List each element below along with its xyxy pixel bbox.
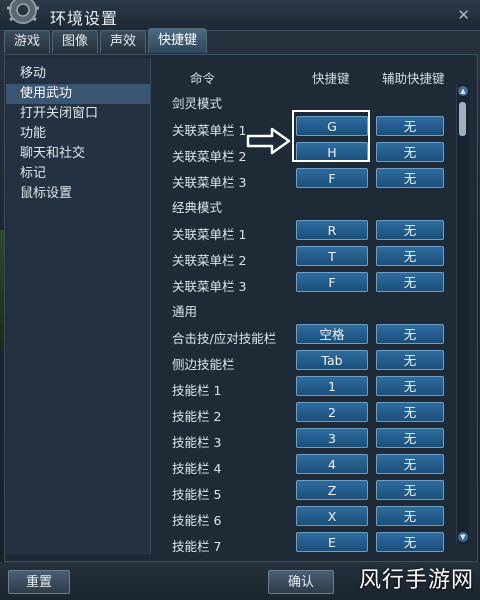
aux-shortcut-button[interactable]: 无 bbox=[376, 454, 444, 474]
sidebar-item-move[interactable]: 移动 bbox=[6, 64, 150, 84]
confirm-button[interactable]: 确认 bbox=[268, 570, 334, 594]
row-label: 关联菜单栏 1 bbox=[172, 227, 247, 242]
section-label: 经典模式 bbox=[172, 200, 223, 215]
tab-sound[interactable]: 声效 bbox=[100, 30, 147, 53]
shortcut-key-button[interactable]: 2 bbox=[296, 402, 368, 422]
shortcut-key-button[interactable]: 3 bbox=[296, 428, 368, 448]
tab-graphics[interactable]: 图像 bbox=[52, 30, 99, 53]
row-label: 技能栏 4 bbox=[172, 461, 222, 476]
aux-shortcut-button[interactable]: 无 bbox=[376, 246, 444, 266]
shortcut-key-button[interactable]: E bbox=[296, 532, 368, 552]
tab-shortcuts[interactable]: 快捷键 bbox=[148, 28, 208, 53]
title-bar: 环境设置 ✕ bbox=[0, 0, 480, 31]
section-label: 剑灵模式 bbox=[172, 96, 223, 111]
row-label: 关联菜单栏 2 bbox=[172, 253, 247, 268]
scroll-up-icon[interactable]: ▲ bbox=[458, 86, 468, 96]
sidebar-item-markers[interactable]: 标记 bbox=[6, 164, 150, 184]
aux-shortcut-button[interactable]: 无 bbox=[376, 220, 444, 240]
window-title: 环境设置 bbox=[50, 9, 119, 28]
scrollbar-thumb[interactable] bbox=[459, 102, 466, 136]
shortcut-key-button[interactable]: 空格 bbox=[296, 324, 368, 344]
shortcut-key-button[interactable]: Tab bbox=[296, 350, 368, 370]
shortcut-key-button[interactable]: F bbox=[296, 272, 368, 292]
row-label: 侧边技能栏 bbox=[172, 357, 235, 372]
shortcut-key-button[interactable]: Z bbox=[296, 480, 368, 500]
aux-shortcut-button[interactable]: 无 bbox=[376, 402, 444, 422]
aux-shortcut-button[interactable]: 无 bbox=[376, 428, 444, 448]
row-label: 技能栏 5 bbox=[172, 487, 222, 502]
row-label: 技能栏 2 bbox=[172, 409, 222, 424]
row-label: 技能栏 1 bbox=[172, 383, 222, 398]
section-label: 通用 bbox=[172, 304, 198, 319]
shortcut-key-button[interactable]: 1 bbox=[296, 376, 368, 396]
row-label: 技能栏 6 bbox=[172, 513, 222, 528]
header-shortcut: 快捷键 bbox=[312, 71, 350, 86]
aux-shortcut-button[interactable]: 无 bbox=[376, 168, 444, 188]
watermark: 风行手游网 bbox=[358, 568, 474, 593]
shortcut-key-button[interactable]: F bbox=[296, 168, 368, 188]
scrollbar[interactable]: ▲ ▼ bbox=[456, 84, 469, 544]
tab-game[interactable]: 游戏 bbox=[4, 30, 51, 53]
sidebar-item-use-skills[interactable]: 使用武功 bbox=[6, 84, 150, 104]
reset-button[interactable]: 重置 bbox=[8, 570, 70, 594]
aux-shortcut-button[interactable]: 无 bbox=[376, 480, 444, 500]
row-label: 关联菜单栏 3 bbox=[172, 279, 247, 294]
header-command: 命令 bbox=[190, 71, 216, 86]
row-label: 技能栏 7 bbox=[172, 539, 222, 554]
close-icon[interactable]: ✕ bbox=[457, 6, 470, 24]
sidebar-item-functions[interactable]: 功能 bbox=[6, 124, 150, 144]
row-label: 技能栏 3 bbox=[172, 435, 222, 450]
row-label: 关联菜单栏 1 bbox=[172, 123, 247, 138]
aux-shortcut-button[interactable]: 无 bbox=[376, 324, 444, 344]
aux-shortcut-button[interactable]: 无 bbox=[376, 376, 444, 396]
row-label: 关联菜单栏 3 bbox=[172, 175, 247, 190]
sidebar-item-mouse[interactable]: 鼠标设置 bbox=[6, 184, 150, 204]
aux-shortcut-button[interactable]: 无 bbox=[376, 272, 444, 292]
aux-shortcut-button[interactable]: 无 bbox=[376, 506, 444, 526]
sidebar-item-chat-social[interactable]: 聊天和社交 bbox=[6, 144, 150, 164]
tab-bar: 游戏 图像 声效 快捷键 bbox=[4, 28, 209, 54]
header-aux-shortcut: 辅助快捷键 bbox=[382, 71, 445, 86]
highlight-box bbox=[292, 110, 370, 162]
sidebar: 移动 使用武功 打开关闭窗口 功能 聊天和社交 标记 鼠标设置 bbox=[6, 58, 151, 554]
aux-shortcut-button[interactable]: 无 bbox=[376, 142, 444, 162]
aux-shortcut-button[interactable]: 无 bbox=[376, 350, 444, 370]
scroll-down-icon[interactable]: ▼ bbox=[458, 532, 468, 542]
aux-shortcut-button[interactable]: 无 bbox=[376, 116, 444, 136]
shortcut-key-button[interactable]: T bbox=[296, 246, 368, 266]
arrow-right-icon bbox=[246, 127, 291, 155]
shortcut-key-button[interactable]: 4 bbox=[296, 454, 368, 474]
gear-icon bbox=[7, 0, 39, 24]
aux-shortcut-button[interactable]: 无 bbox=[376, 532, 444, 552]
sidebar-item-windows[interactable]: 打开关闭窗口 bbox=[6, 104, 150, 124]
shortcut-key-button[interactable]: R bbox=[296, 220, 368, 240]
shortcut-key-button[interactable]: X bbox=[296, 506, 368, 526]
row-label: 关联菜单栏 2 bbox=[172, 149, 247, 164]
row-label: 合击技/应对技能栏 bbox=[172, 331, 277, 346]
